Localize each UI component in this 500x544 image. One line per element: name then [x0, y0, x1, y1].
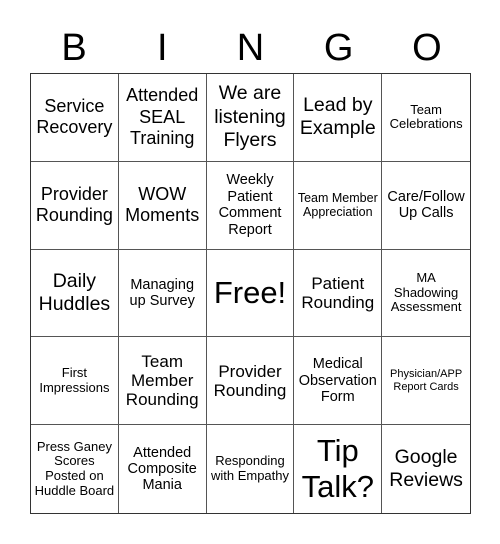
bingo-cell[interactable]: WOW Moments [118, 161, 207, 250]
bingo-cell[interactable]: Provider Rounding [31, 161, 119, 250]
bingo-cell[interactable]: Responding with Empathy [207, 425, 295, 513]
cell-label: Weekly Patient Comment Report [218, 172, 282, 238]
bingo-cell[interactable]: Weekly Patient Comment Report [206, 161, 295, 250]
bingo-cell[interactable]: Physician/APP Report Cards [382, 337, 470, 426]
cell-label: Patient Rounding [301, 273, 375, 312]
cell-label: Managing up Survey [129, 276, 195, 309]
bingo-cell[interactable]: Attended SEAL Training [118, 74, 207, 162]
bingo-cell[interactable]: We are listening Flyers [206, 74, 295, 162]
cell-label: Press Ganey Scores Posted on Huddle Boar… [34, 438, 115, 498]
free-space-cell[interactable]: Free! [206, 249, 295, 338]
bingo-cell[interactable]: Medical Observation Form [294, 337, 383, 426]
cell-label: Daily Huddles [38, 269, 111, 315]
header-letter-n: N [236, 27, 265, 69]
bingo-cell[interactable]: Service Recovery [31, 74, 119, 162]
cell-label: Team Member Rounding [125, 351, 199, 410]
cell-label: Provider Rounding [213, 361, 287, 400]
cell-label: Care/Follow Up Calls [387, 188, 465, 222]
bingo-cell[interactable]: Press Ganey Scores Posted on Huddle Boar… [31, 425, 119, 513]
header-letter-o: O [412, 27, 442, 69]
cell-label: Tip Talk? [301, 433, 374, 505]
header-letter-g: G [323, 27, 354, 69]
cell-label: We are listening Flyers [214, 82, 286, 152]
cell-label: Attended SEAL Training [126, 85, 199, 149]
cell-label: Free! [213, 275, 287, 311]
cell-label: Physician/APP Report Cards [390, 368, 463, 393]
cell-label: Google Reviews [389, 445, 463, 492]
bingo-cell[interactable]: Google Reviews [382, 425, 470, 513]
cell-label: WOW Moments [125, 183, 200, 226]
bingo-cell[interactable]: Team Member Appreciation [294, 161, 383, 250]
cell-label: Service Recovery [36, 95, 113, 138]
bingo-cell[interactable]: Team Member Rounding [118, 337, 207, 426]
bingo-cell[interactable]: MA Shadowing Assessment [382, 250, 470, 338]
cell-label: Team Celebrations [389, 101, 463, 132]
bingo-board: Service Recovery Attended SEAL Training … [30, 73, 471, 514]
header-letter-i: I [157, 27, 168, 69]
bingo-header: B I N G O [30, 22, 471, 74]
bingo-cell[interactable]: Managing up Survey [118, 249, 207, 338]
bingo-cell[interactable]: Tip Talk? [294, 425, 383, 513]
cell-label: Medical Observation Form [298, 356, 377, 405]
cell-label: Attended Composite Mania [127, 444, 197, 494]
cell-label: Responding with Empathy [210, 453, 290, 484]
bingo-cell[interactable]: Daily Huddles [31, 249, 119, 338]
bingo-cell[interactable]: Provider Rounding [206, 337, 295, 426]
header-letter-b: B [61, 27, 87, 69]
bingo-cell[interactable]: Lead by Example [294, 74, 383, 162]
cell-label: Provider Rounding [35, 183, 113, 226]
cell-label: First Impressions [39, 365, 110, 395]
cell-label: Team Member Appreciation [297, 191, 378, 220]
bingo-cell[interactable]: Care/Follow Up Calls [382, 162, 470, 250]
cell-label: MA Shadowing Assessment [390, 269, 462, 315]
bingo-cell[interactable]: Patient Rounding [294, 249, 383, 338]
cell-label: Lead by Example [299, 94, 376, 140]
bingo-cell[interactable]: Attended Composite Mania [119, 425, 207, 513]
bingo-cell[interactable]: Team Celebrations [382, 74, 470, 162]
bingo-cell[interactable]: First Impressions [31, 337, 119, 426]
